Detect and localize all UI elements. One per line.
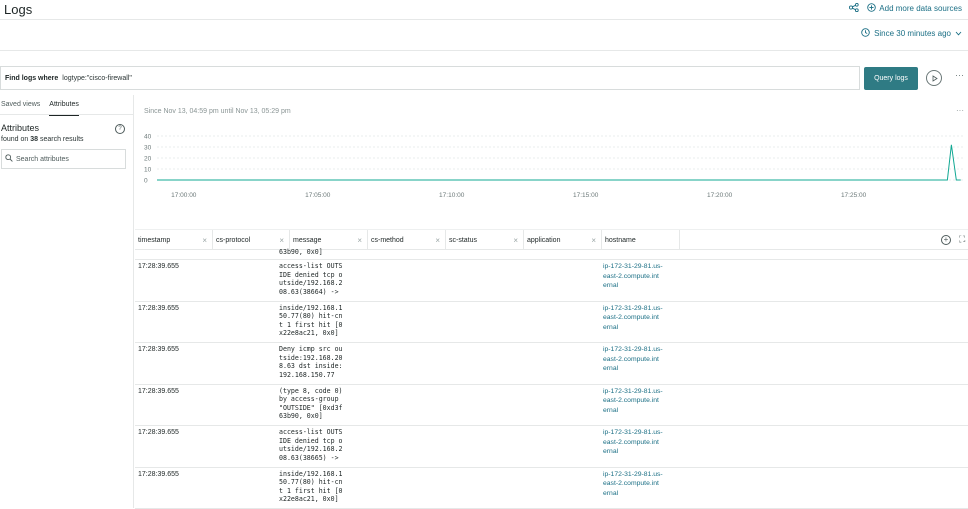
add-data-sources-label: Add more data sources	[879, 4, 962, 13]
x-tick-label: 17:25:00	[841, 192, 867, 199]
message-cell: (type 8, code 0) by access-group "OUTSID…	[279, 387, 359, 421]
more-options-icon[interactable]: ···	[955, 70, 964, 80]
remove-column-icon[interactable]: ×	[202, 236, 207, 245]
timestamp-cell: 17:28:39.655	[138, 429, 179, 436]
remove-column-icon[interactable]: ×	[357, 236, 362, 245]
add-column-icon[interactable]: +	[941, 235, 951, 245]
chart-range-label: Since Nov 13, 04:59 pm until Nov 13, 05:…	[144, 108, 291, 115]
play-icon[interactable]	[926, 70, 942, 86]
column-header-label: message	[293, 237, 321, 244]
table-row[interactable]: 17:28:39.655 access-list OUTS IDE denied …	[135, 260, 968, 302]
column-header-hostname[interactable]: hostname	[602, 230, 680, 250]
remove-column-icon[interactable]: ×	[591, 236, 596, 245]
x-tick-label: 17:05:00	[305, 192, 331, 199]
y-tick-label: 30	[144, 145, 152, 152]
column-header-label: cs-method	[371, 237, 404, 244]
chevron-down-icon	[955, 29, 962, 38]
attributes-count: found on 38 search results	[1, 136, 84, 143]
time-picker[interactable]: Since 30 minutes ago	[861, 28, 962, 39]
page-title: Logs	[4, 2, 32, 17]
table-row[interactable]: 17:28:39.655 Deny icmp src ou tside:192.1…	[135, 343, 968, 385]
message-cell: inside/192.168.1 50.77(80) hit-cn t 1 fi…	[279, 470, 359, 504]
time-picker-label: Since 30 minutes ago	[874, 29, 951, 38]
tab-attributes[interactable]: Attributes	[49, 95, 79, 115]
found-count: 38	[30, 136, 38, 143]
main-panel: Since Nov 13, 04:59 pm until Nov 13, 05:…	[135, 95, 968, 508]
table-row[interactable]: 17:28:39.655 inside/192.168.1 50.77(80) h…	[135, 468, 968, 509]
message-cell: 63b90, 0x0]	[279, 248, 359, 257]
query-value: logtype:"cisco-firewall"	[62, 75, 132, 82]
x-tick-label: 17:00:00	[171, 192, 197, 199]
y-tick-label: 40	[144, 134, 152, 141]
column-header-label: timestamp	[138, 237, 170, 244]
attributes-sidebar: Saved views Attributes Attributes found …	[0, 95, 134, 508]
y-tick-label: 0	[144, 178, 148, 185]
sidebar-tabs: Saved views Attributes	[0, 95, 134, 115]
x-tick-label: 17:15:00	[573, 192, 599, 199]
table-row[interactable]: 17:28:39.655 inside/192.168.1 50.77(80) h…	[135, 302, 968, 344]
column-header-label: cs-protocol	[216, 237, 250, 244]
x-tick-label: 17:10:00	[439, 192, 465, 199]
y-tick-label: 10	[144, 167, 152, 174]
x-tick-label: 17:20:00	[707, 192, 733, 199]
table-row[interactable]: 17:28:39.655 access-list OUTS IDE denied …	[135, 426, 968, 468]
hostname-cell[interactable]: ip-172-31-29-81.us- east-2.compute.int e…	[603, 428, 677, 457]
table-row[interactable]: 63b90, 0x0]	[135, 250, 968, 260]
hostname-cell[interactable]: ip-172-31-29-81.us- east-2.compute.int e…	[603, 304, 677, 333]
message-cell: access-list OUTS IDE denied tcp o utside…	[279, 262, 359, 296]
remove-column-icon[interactable]: ×	[435, 236, 440, 245]
attributes-title: Attributes	[1, 123, 39, 133]
column-header-cs-method[interactable]: cs-method ×	[368, 230, 446, 250]
fullscreen-icon[interactable]: ⛶	[959, 234, 965, 245]
clock-icon	[861, 28, 870, 39]
hostname-cell[interactable]: ip-172-31-29-81.us- east-2.compute.int e…	[603, 387, 677, 416]
search-icon	[5, 154, 13, 164]
timestamp-cell: 17:28:39.655	[138, 263, 179, 270]
found-prefix: found on	[1, 136, 28, 143]
series-line	[157, 145, 961, 180]
timestamp-cell: 17:28:39.655	[138, 471, 179, 478]
query-logs-button[interactable]: Query logs	[864, 67, 918, 90]
column-header-timestamp[interactable]: timestamp ×	[135, 230, 213, 250]
message-cell: Deny icmp src ou tside:192.168.20 8.63 d…	[279, 345, 359, 379]
timestamp-cell: 17:28:39.655	[138, 388, 179, 395]
column-header-application[interactable]: application ×	[524, 230, 602, 250]
help-icon[interactable]: ?	[115, 124, 125, 134]
remove-column-icon[interactable]: ×	[279, 236, 284, 245]
column-header-label: sc-status	[449, 237, 477, 244]
query-input[interactable]: Find logs where logtype:"cisco-firewall"	[0, 66, 860, 90]
query-prefix-label: Find logs where	[5, 75, 58, 82]
tab-saved-views[interactable]: Saved views	[1, 95, 40, 115]
share-icon[interactable]	[849, 3, 859, 14]
table-header: timestamp × cs-protocol × message × cs-method ×…	[135, 229, 968, 250]
message-cell: inside/192.168.1 50.77(80) hit-cn t 1 fi…	[279, 304, 359, 338]
remove-column-icon[interactable]: ×	[513, 236, 518, 245]
timestamp-cell: 17:28:39.655	[138, 305, 179, 312]
search-attributes-input[interactable]: Search attributes	[1, 149, 126, 169]
message-cell: access-list OUTS IDE denied tcp o utside…	[279, 428, 359, 462]
y-tick-label: 20	[144, 156, 152, 163]
hostname-cell[interactable]: ip-172-31-29-81.us- east-2.compute.int e…	[603, 262, 677, 291]
column-header-message[interactable]: message ×	[290, 230, 368, 250]
add-data-sources-button[interactable]: Add more data sources	[867, 3, 962, 14]
column-header-sc-status[interactable]: sc-status ×	[446, 230, 524, 250]
timestamp-cell: 17:28:39.655	[138, 346, 179, 353]
plus-circle-icon	[867, 3, 876, 14]
logs-table: timestamp × cs-protocol × message × cs-method ×…	[135, 229, 968, 508]
hostname-cell[interactable]: ip-172-31-29-81.us- east-2.compute.int e…	[603, 345, 677, 374]
chart-more-icon[interactable]: ···	[956, 106, 964, 115]
hostname-cell[interactable]: ip-172-31-29-81.us- east-2.compute.int e…	[603, 470, 677, 499]
column-header-label: application	[527, 237, 560, 244]
table-row[interactable]: 17:28:39.655 (type 8, code 0) by access-g…	[135, 385, 968, 427]
column-header-cs-protocol[interactable]: cs-protocol ×	[213, 230, 290, 250]
column-header-label: hostname	[605, 237, 636, 244]
log-volume-chart: 40 30 20 10 0 17:00:00 17:05:00 17:10:00 17:15:0…	[135, 129, 968, 205]
header-actions: Add more data sources	[849, 3, 962, 14]
found-suffix: search results	[40, 136, 84, 143]
search-placeholder: Search attributes	[16, 156, 69, 163]
